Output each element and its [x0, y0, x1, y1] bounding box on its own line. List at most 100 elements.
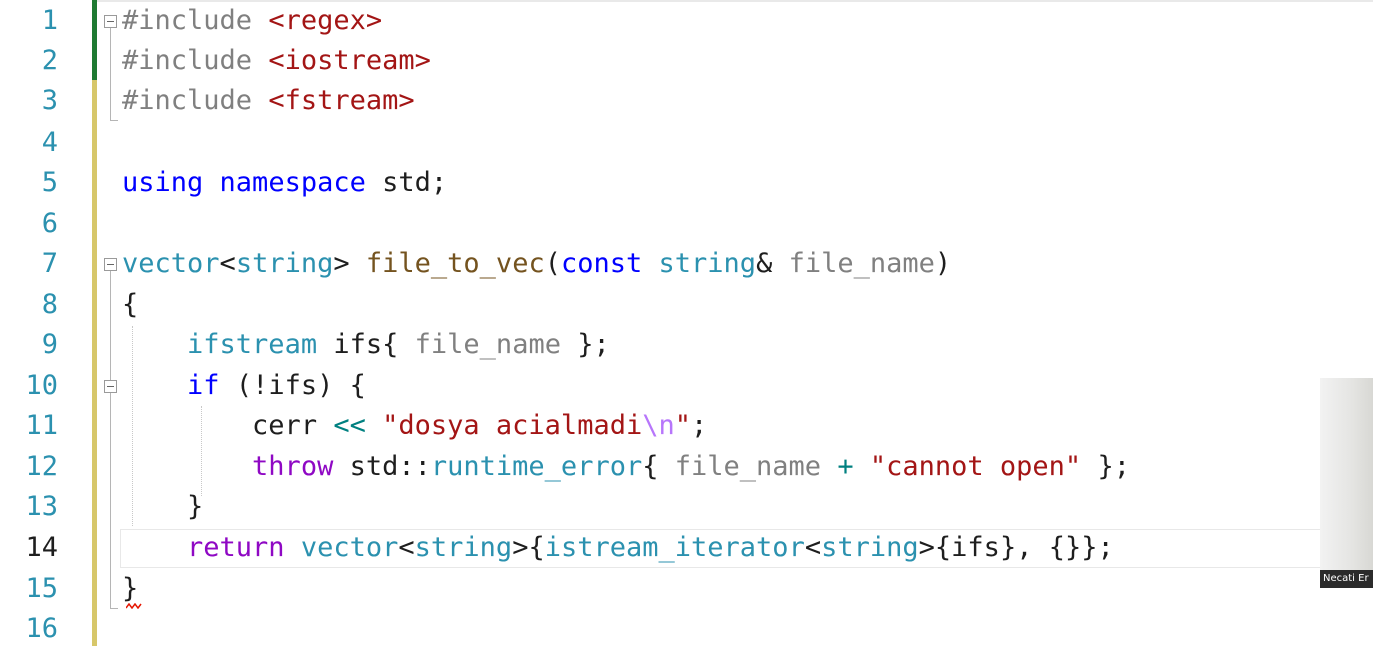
parameter: file_name	[788, 248, 935, 279]
webcam-overlay	[1320, 378, 1373, 588]
code-line-11[interactable]: cerr << "dosya acialmadi\n";	[122, 406, 707, 446]
webcam-name-label: Necati Er	[1320, 570, 1373, 588]
line-number: 5	[41, 167, 58, 198]
type-name: string	[235, 248, 334, 279]
code-line-3[interactable]: #include <fstream>	[122, 81, 415, 121]
line-number: 8	[41, 289, 58, 320]
fold-guide	[110, 271, 111, 608]
brace: }	[122, 573, 139, 604]
line-number: 7	[41, 248, 58, 279]
punctuation: }, {}};	[999, 532, 1114, 563]
punctuation: &	[756, 248, 773, 279]
keyword: const	[560, 248, 643, 279]
error-squiggle[interactable]	[125, 602, 142, 610]
parameter: file_name	[414, 329, 561, 360]
keyword: using	[122, 167, 204, 198]
include-path: <iostream>	[268, 45, 431, 76]
line-number: 1	[41, 5, 58, 36]
preprocessor-directive: #include	[122, 45, 253, 76]
line-number: 10	[25, 370, 58, 401]
line-number: 15	[25, 573, 58, 604]
preprocessor-directive: #include	[122, 5, 253, 36]
collapse-includes-icon[interactable]	[104, 15, 117, 28]
code-line-7[interactable]: vector<string> file_to_vec(const string&…	[122, 244, 951, 284]
variable: ifs	[333, 329, 383, 360]
collapse-function-icon[interactable]	[104, 258, 117, 271]
punctuation: >	[918, 532, 935, 563]
line-number: 11	[25, 410, 58, 441]
punctuation: ;	[691, 410, 708, 441]
type-name: vector	[122, 248, 220, 279]
line-number-current: 14	[25, 532, 58, 563]
type-name: string	[658, 248, 757, 279]
type-name: istream_iterator	[544, 532, 805, 563]
punctuation: >	[512, 532, 529, 563]
punctuation: {	[528, 532, 545, 563]
function-name: file_to_vec	[365, 248, 545, 279]
fold-guide-end	[110, 608, 118, 609]
line-number: 4	[41, 127, 58, 158]
code-line-2[interactable]: #include <iostream>	[122, 41, 431, 81]
punctuation: ::	[398, 451, 431, 482]
code-line-12[interactable]: throw std::runtime_error{ file_name + "c…	[122, 447, 1130, 487]
type-name: ifstream	[187, 329, 318, 360]
punctuation: };	[1097, 451, 1130, 482]
line-number: 2	[41, 45, 58, 76]
code-line-13[interactable]: }	[122, 487, 203, 527]
variable: ifs	[951, 532, 1000, 563]
code-line-1[interactable]: #include <regex>	[122, 1, 382, 41]
fold-guide-end	[110, 120, 118, 121]
punctuation: >	[333, 248, 350, 279]
fold-guide	[110, 28, 111, 120]
punctuation: };	[577, 329, 610, 360]
punctuation: <	[804, 532, 822, 563]
code-line-14[interactable]: return vector<string>{istream_iterator<s…	[122, 528, 1114, 568]
namespace-name: std	[349, 451, 399, 482]
punctuation: {	[642, 451, 659, 482]
include-path: <fstream>	[268, 85, 415, 116]
code-line-9[interactable]: ifstream ifs{ file_name };	[122, 325, 610, 365]
brace: }	[187, 491, 204, 522]
control-keyword: return	[187, 532, 285, 563]
string-literal: "dosya acialmadi	[382, 410, 643, 441]
code-line-10[interactable]: if (!ifs) {	[122, 366, 366, 406]
namespace-name: std	[382, 167, 431, 198]
line-number-gutter: 1 2 3 4 5 6 7 8 9 10 11 12 13 14 15 16	[0, 0, 92, 646]
punctuation: <	[398, 532, 415, 563]
line-number: 12	[25, 451, 58, 482]
control-keyword: throw	[252, 451, 334, 482]
punctuation: ;	[430, 167, 448, 198]
punctuation: )	[934, 248, 952, 279]
operator: +	[837, 451, 854, 482]
punctuation: <	[219, 248, 236, 279]
line-number: 9	[41, 329, 58, 360]
type-name: string	[821, 532, 919, 563]
line-number: 6	[41, 208, 58, 239]
string-literal: "cannot open"	[869, 451, 1082, 482]
unsaved-change-indicator	[92, 80, 97, 646]
parameter: file_name	[674, 451, 822, 482]
punctuation: (	[544, 248, 561, 279]
type-name: vector	[300, 532, 399, 563]
code-line-5[interactable]: using namespace std;	[122, 163, 447, 203]
string-literal: "	[674, 410, 691, 441]
line-number: 13	[25, 491, 58, 522]
keyword: if	[187, 370, 220, 401]
saved-change-indicator	[92, 0, 97, 80]
punctuation: {	[382, 329, 399, 360]
preprocessor-directive: #include	[122, 85, 253, 116]
code-line-8[interactable]: {	[122, 285, 138, 325]
punctuation: {	[934, 532, 952, 563]
operator: <<	[333, 410, 366, 441]
type-name: string	[414, 532, 513, 563]
keyword: namespace	[219, 167, 366, 198]
type-name: runtime_error	[430, 451, 643, 482]
line-number: 3	[41, 85, 58, 116]
brace: {	[122, 289, 139, 320]
escape-sequence: \n	[642, 410, 675, 441]
condition: (!ifs) {	[235, 370, 366, 401]
include-path: <regex>	[268, 5, 383, 36]
line-number: 16	[25, 613, 58, 644]
identifier: cerr	[252, 410, 318, 441]
collapse-if-block-icon[interactable]	[104, 380, 117, 393]
